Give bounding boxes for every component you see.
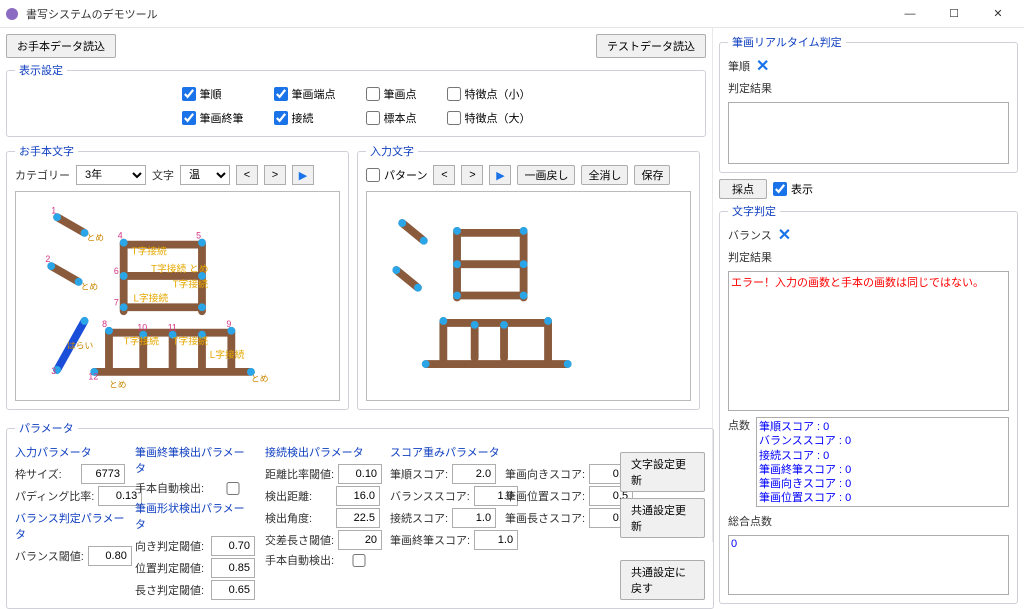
model-play[interactable]: ▶ bbox=[292, 165, 314, 185]
judge-result[interactable]: エラー！入力の画数と手本の画数は同じではない。 bbox=[728, 271, 1009, 411]
window-minimize[interactable]: — bbox=[888, 0, 932, 28]
svg-text:T字接続: T字接続 bbox=[124, 334, 159, 347]
chk-feature-small[interactable] bbox=[447, 87, 461, 101]
clear-button[interactable]: 全消し bbox=[581, 165, 628, 185]
input-next[interactable]: > bbox=[461, 165, 483, 185]
svg-text:2: 2 bbox=[45, 254, 50, 264]
svg-text:はらい: はらい bbox=[67, 340, 94, 350]
svg-text:とめ: とめ bbox=[109, 380, 127, 390]
svg-text:とめ: とめ bbox=[86, 233, 104, 243]
svg-text:1: 1 bbox=[51, 205, 56, 215]
frame-size-input[interactable] bbox=[81, 464, 125, 484]
char-judge-panel: 文字判定 バランス ✕ 判定結果 エラー！入力の画数と手本の画数は同じではない。… bbox=[719, 203, 1018, 604]
dir-thr-input[interactable] bbox=[211, 536, 255, 556]
balance-thr-input[interactable] bbox=[88, 546, 132, 566]
common-update-button[interactable]: 共通設定更新 bbox=[620, 498, 705, 538]
input-canvas[interactable] bbox=[366, 191, 691, 401]
dist-input[interactable] bbox=[336, 486, 380, 506]
parameters-panel: パラメータ 入力パラメータ 枠サイズ: パディング比率: バランス判定パラメータ… bbox=[6, 420, 714, 609]
chk-stroke-order[interactable] bbox=[182, 87, 196, 101]
svg-text:T字接続 とめ: T字接続 とめ bbox=[151, 262, 209, 275]
undo-button[interactable]: 一画戻し bbox=[517, 165, 575, 185]
pos-thr-input[interactable] bbox=[211, 558, 255, 578]
order-w-input[interactable] bbox=[452, 464, 496, 484]
auto-detect-1[interactable] bbox=[211, 482, 255, 495]
svg-text:6: 6 bbox=[114, 266, 119, 276]
window-close[interactable]: ✕ bbox=[976, 0, 1020, 28]
svg-text:L字接続: L字接続 bbox=[133, 291, 168, 304]
len-thr-input[interactable] bbox=[211, 580, 255, 600]
svg-text:L字接続: L字接続 bbox=[210, 348, 245, 361]
svg-text:11: 11 bbox=[168, 323, 177, 333]
char-select[interactable]: 温 bbox=[180, 165, 230, 185]
app-icon bbox=[4, 6, 20, 22]
svg-text:12: 12 bbox=[88, 372, 98, 382]
display-settings: 表示設定 筆順 筆画終筆 筆画端点 接続 筆画点 標本点 特徴点（小） 特徴点（… bbox=[6, 62, 706, 137]
realtime-result[interactable] bbox=[728, 102, 1009, 164]
x-icon: ✕ bbox=[756, 56, 769, 76]
chk-mark-point[interactable] bbox=[366, 111, 380, 125]
svg-text:4: 4 bbox=[118, 231, 123, 241]
chk-pattern[interactable] bbox=[366, 168, 380, 182]
input-prev[interactable]: < bbox=[433, 165, 455, 185]
svg-text:10: 10 bbox=[137, 323, 147, 333]
input-char-panel: 入力文字 パターン < > ▶ 一画戻し 全消し 保存 bbox=[357, 143, 700, 410]
input-play[interactable]: ▶ bbox=[489, 165, 511, 185]
model-char-panel: お手本文字 カテゴリー 3年 文字 温 < > ▶ 1とめ 2とめ 3はらい bbox=[6, 143, 349, 410]
svg-text:9: 9 bbox=[226, 319, 231, 329]
category-select[interactable]: 3年 bbox=[76, 165, 146, 185]
model-prev[interactable]: < bbox=[236, 165, 258, 185]
save-button[interactable]: 保存 bbox=[634, 165, 670, 185]
realtime-panel: 筆画リアルタイム判定 筆順 ✕ 判定結果 bbox=[719, 34, 1018, 173]
window-maximize[interactable]: ☐ bbox=[932, 0, 976, 28]
svg-text:5: 5 bbox=[196, 231, 201, 241]
chk-show[interactable] bbox=[773, 182, 787, 196]
reset-button[interactable]: 共通設定に戻す bbox=[620, 560, 705, 600]
svg-text:T字接続: T字接続 bbox=[131, 244, 166, 257]
window-title: 書写システムのデモツール bbox=[26, 6, 888, 22]
chk-end-stroke[interactable] bbox=[182, 111, 196, 125]
x-icon: ✕ bbox=[778, 225, 791, 245]
load-model-button[interactable]: お手本データ読込 bbox=[6, 34, 116, 58]
auto-detect-2[interactable] bbox=[338, 554, 380, 567]
model-next[interactable]: > bbox=[264, 165, 286, 185]
svg-text:7: 7 bbox=[114, 297, 119, 307]
score-list[interactable]: 筆順スコア : 0 バランススコア : 0 接続スコア : 0 筆画終筆スコア … bbox=[756, 417, 1009, 507]
svg-text:T字接続: T字接続 bbox=[173, 278, 208, 291]
angle-input[interactable] bbox=[336, 508, 380, 528]
svg-text:とめ: とめ bbox=[251, 374, 269, 384]
svg-text:とめ: とめ bbox=[81, 282, 99, 292]
svg-text:3: 3 bbox=[51, 366, 56, 376]
chk-connection[interactable] bbox=[274, 111, 288, 125]
chk-stroke-point[interactable] bbox=[366, 87, 380, 101]
model-canvas[interactable]: 1とめ 2とめ 3はらい 4567 T字接続T字接続 とめT字接続L字接続 89… bbox=[15, 191, 340, 401]
svg-text:T字接続: T字接続 bbox=[173, 334, 208, 347]
total-score[interactable]: 0 bbox=[728, 535, 1009, 595]
chk-endpoint[interactable] bbox=[274, 87, 288, 101]
grade-button[interactable]: 採点 bbox=[719, 179, 767, 199]
char-update-button[interactable]: 文字設定更新 bbox=[620, 452, 705, 492]
display-legend: 表示設定 bbox=[15, 62, 67, 78]
conn-w-input[interactable] bbox=[452, 508, 496, 528]
dist-ratio-input[interactable] bbox=[338, 464, 382, 484]
chk-feature-large[interactable] bbox=[447, 111, 461, 125]
cross-input[interactable] bbox=[338, 530, 382, 550]
svg-text:8: 8 bbox=[102, 319, 107, 329]
load-test-button[interactable]: テストデータ読込 bbox=[596, 34, 706, 58]
